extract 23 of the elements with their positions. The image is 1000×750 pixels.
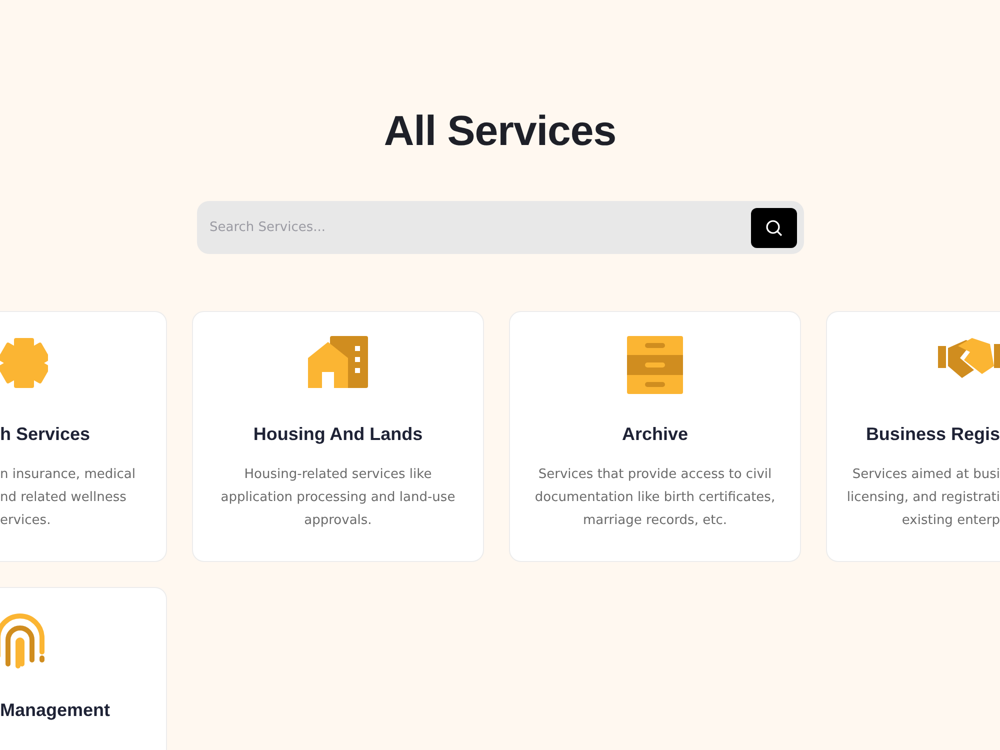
search-icon	[764, 218, 782, 236]
service-card[interactable]: Management	[0, 587, 167, 750]
service-title: Business Regis	[866, 423, 1000, 446]
search-field[interactable]: Search Services...	[196, 201, 804, 254]
service-title: h Services	[0, 423, 90, 446]
service-title: Archive	[622, 423, 688, 446]
service-description: Housing-related services like application processing and land-use approvals.	[220, 466, 456, 530]
service-description: Services that provide access to civil documentation like birth certificates, marriage records, etc.	[534, 466, 776, 530]
service-description: n insurance, medical nd related wellness ervices.	[0, 466, 136, 530]
service-title: Management	[0, 699, 110, 722]
service-card[interactable]: Housing And Lands Housing-related services like application processing and land-use approvals.	[192, 311, 484, 562]
service-card[interactable]: Archive Services that provide access to civil documentation like birth certificates, marriage records, etc.	[509, 311, 801, 562]
asterisk-icon	[0, 336, 48, 390]
service-title: Housing And Lands	[253, 423, 423, 446]
service-card[interactable]: h Services n insurance, medical nd related wellness ervices.	[0, 311, 167, 562]
service-card[interactable]: Business Regis Services aimed at busi licensing, and registrati existing enterp	[826, 311, 1000, 562]
search-input[interactable]: Search Services...	[208, 219, 750, 236]
handshake-icon	[938, 336, 1000, 378]
cabinet-icon	[627, 336, 683, 394]
service-description: Services aimed at busi licensing, and registrati existing enterp	[846, 466, 1000, 530]
buildings-icon	[308, 336, 368, 388]
search-button[interactable]	[750, 208, 796, 248]
page-title: All Services	[382, 107, 618, 155]
